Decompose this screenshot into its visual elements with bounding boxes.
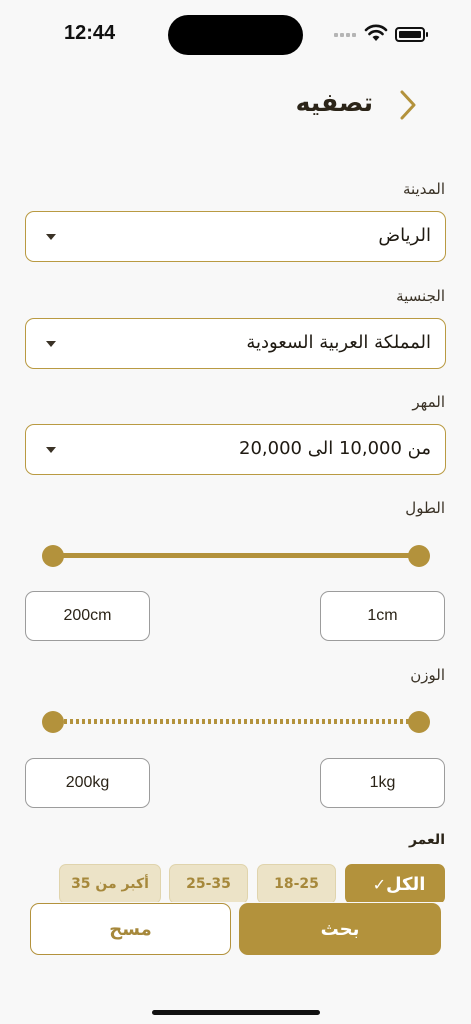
caret-down-icon <box>46 447 56 453</box>
dynamic-island <box>168 15 303 55</box>
dowry-label: المهر <box>412 393 445 411</box>
status-bar: 12:44 <box>0 0 471 70</box>
city-value: الرياض <box>378 225 431 246</box>
height-slider-min-handle[interactable] <box>42 545 64 567</box>
battery-icon <box>395 27 428 42</box>
weight-label: الوزن <box>410 666 445 684</box>
header: تصفيه <box>0 80 471 130</box>
caret-down-icon <box>46 234 56 240</box>
caret-down-icon <box>46 341 56 347</box>
height-min-field[interactable]: 1cm <box>320 591 445 641</box>
height-slider-max-handle[interactable] <box>408 545 430 567</box>
nationality-dropdown[interactable]: المملكة العربية السعودية <box>25 318 446 369</box>
weight-min-field[interactable]: 1kg <box>320 758 445 808</box>
page-title: تصفيه <box>295 88 373 117</box>
height-label: الطول <box>405 499 445 517</box>
age-chip-25-35[interactable]: 25-35 <box>169 864 248 902</box>
weight-slider-track <box>52 719 420 724</box>
nationality-value: المملكة العربية السعودية <box>246 332 431 353</box>
home-indicator <box>152 1010 320 1015</box>
age-chip-18-25[interactable]: 18-25 <box>257 864 336 902</box>
age-label: العمر <box>408 832 445 848</box>
dowry-dropdown[interactable]: من 10,000 الى 20,000 <box>25 424 446 475</box>
status-time: 12:44 <box>64 22 116 44</box>
weight-slider-min-handle[interactable] <box>42 711 64 733</box>
nationality-label: الجنسية <box>396 287 445 305</box>
age-chip-all[interactable]: الكل ✓ <box>345 864 445 902</box>
city-dropdown[interactable]: الرياض <box>25 211 446 262</box>
age-chip-over-35[interactable]: أكبر من 35 <box>59 864 161 902</box>
cellular-signal-icon <box>334 33 356 37</box>
dowry-value: من 10,000 الى 20,000 <box>239 438 431 459</box>
clear-button[interactable]: مسح <box>30 903 231 955</box>
search-button[interactable]: بحث <box>239 903 441 955</box>
height-max-field[interactable]: 200cm <box>25 591 150 641</box>
height-slider-track <box>52 553 420 558</box>
weight-slider-max-handle[interactable] <box>408 711 430 733</box>
wifi-icon <box>364 24 388 41</box>
checkmark-icon: ✓ <box>372 874 386 894</box>
chevron-right-icon[interactable] <box>395 88 421 122</box>
age-chips: الكل ✓ 18-25 25-35 أكبر من 35 <box>0 862 471 902</box>
weight-max-field[interactable]: 200kg <box>25 758 150 808</box>
weight-slider[interactable] <box>42 710 430 734</box>
height-slider[interactable] <box>42 544 430 568</box>
city-label: المدينة <box>402 180 445 198</box>
